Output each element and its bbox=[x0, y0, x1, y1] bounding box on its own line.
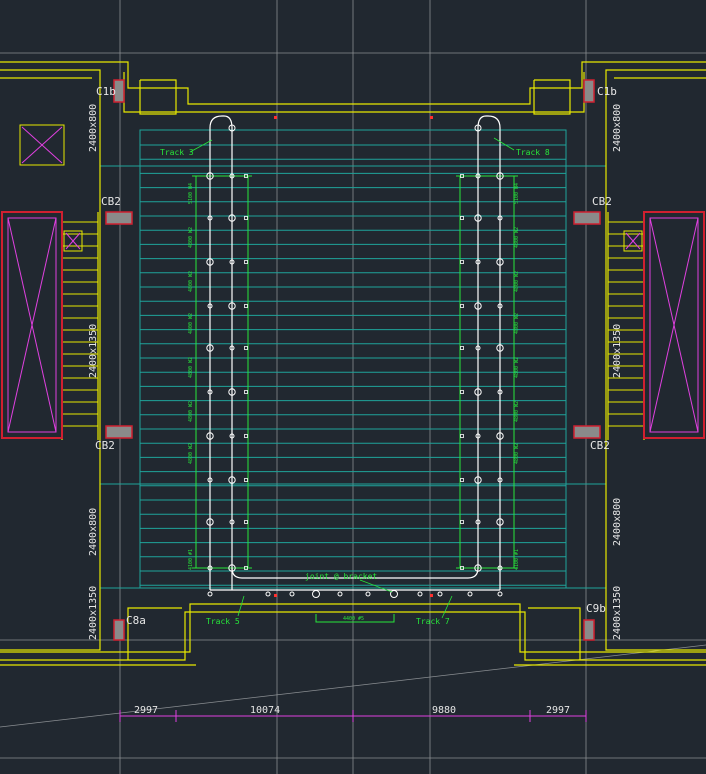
label-wall-right-1: 2400x800 bbox=[612, 104, 623, 152]
label-track-8: Track 8 bbox=[516, 148, 550, 157]
label-cb2-top-left: CB2 bbox=[101, 195, 121, 208]
label-track-7: Track 7 bbox=[416, 617, 450, 626]
right-span-label: 4800 W2 bbox=[514, 313, 520, 334]
label-wall-right-2: 2400x1350 bbox=[612, 324, 623, 378]
left-span-label: 4800 W2 bbox=[188, 401, 194, 422]
dim-2997-right: 2997 bbox=[546, 705, 570, 716]
right-span-label: 4100 #1 bbox=[514, 549, 520, 570]
label-c1b-right: C1b bbox=[597, 85, 617, 98]
left-span-label: 4800 W2 bbox=[188, 271, 194, 292]
label-joint-bracket: joint @ bracket bbox=[305, 572, 377, 581]
label-wall-right-4: 2400x1350 bbox=[612, 586, 623, 640]
left-span-label: 4800 W2 bbox=[188, 227, 194, 248]
dim-9880: 9880 bbox=[432, 705, 456, 716]
right-span-label: 5100 W4 bbox=[514, 183, 520, 204]
label-track-3: Track 3 bbox=[160, 148, 194, 157]
label-cb2-top-right: CB2 bbox=[592, 195, 612, 208]
label-c8a: C8a bbox=[126, 614, 146, 627]
right-span-label: 4800 W2 bbox=[514, 357, 520, 378]
label-track-5: Track 5 bbox=[206, 617, 240, 626]
right-span-label: 4800 W2 bbox=[514, 401, 520, 422]
left-span-label: 4800 W2 bbox=[188, 443, 194, 464]
label-wall-left-3: 2400x800 bbox=[88, 508, 99, 556]
right-span-label: 4800 W2 bbox=[514, 271, 520, 292]
label-c9b: C9b bbox=[586, 602, 606, 615]
label-wall-right-3: 2400x800 bbox=[612, 498, 623, 546]
right-span-label: 4800 W2 bbox=[514, 443, 520, 464]
label-wall-left-1: 2400x800 bbox=[88, 104, 99, 152]
left-span-label: 5100 W4 bbox=[188, 183, 194, 204]
left-span-label: 4100 #1 bbox=[188, 549, 194, 570]
label-bottom-span: 4400 #5 bbox=[343, 616, 364, 622]
left-span-label: 4800 W2 bbox=[188, 357, 194, 378]
left-span-label: 4800 W2 bbox=[188, 313, 194, 334]
label-wall-left-2: 2400x1350 bbox=[88, 324, 99, 378]
label-cb2-bottom-right: CB2 bbox=[590, 439, 610, 452]
label-wall-left-4: 2400x1350 bbox=[88, 586, 99, 640]
label-c1b-left: C1b bbox=[96, 85, 116, 98]
label-cb2-bottom-left: CB2 bbox=[95, 439, 115, 452]
cad-drawing: C1b C1b CB2 CB2 CB2 CB2 C8a C9b 2400x800… bbox=[0, 0, 706, 774]
dim-10074: 10074 bbox=[250, 705, 280, 716]
dim-2997-left: 2997 bbox=[134, 705, 158, 716]
right-span-label: 4800 W2 bbox=[514, 227, 520, 248]
